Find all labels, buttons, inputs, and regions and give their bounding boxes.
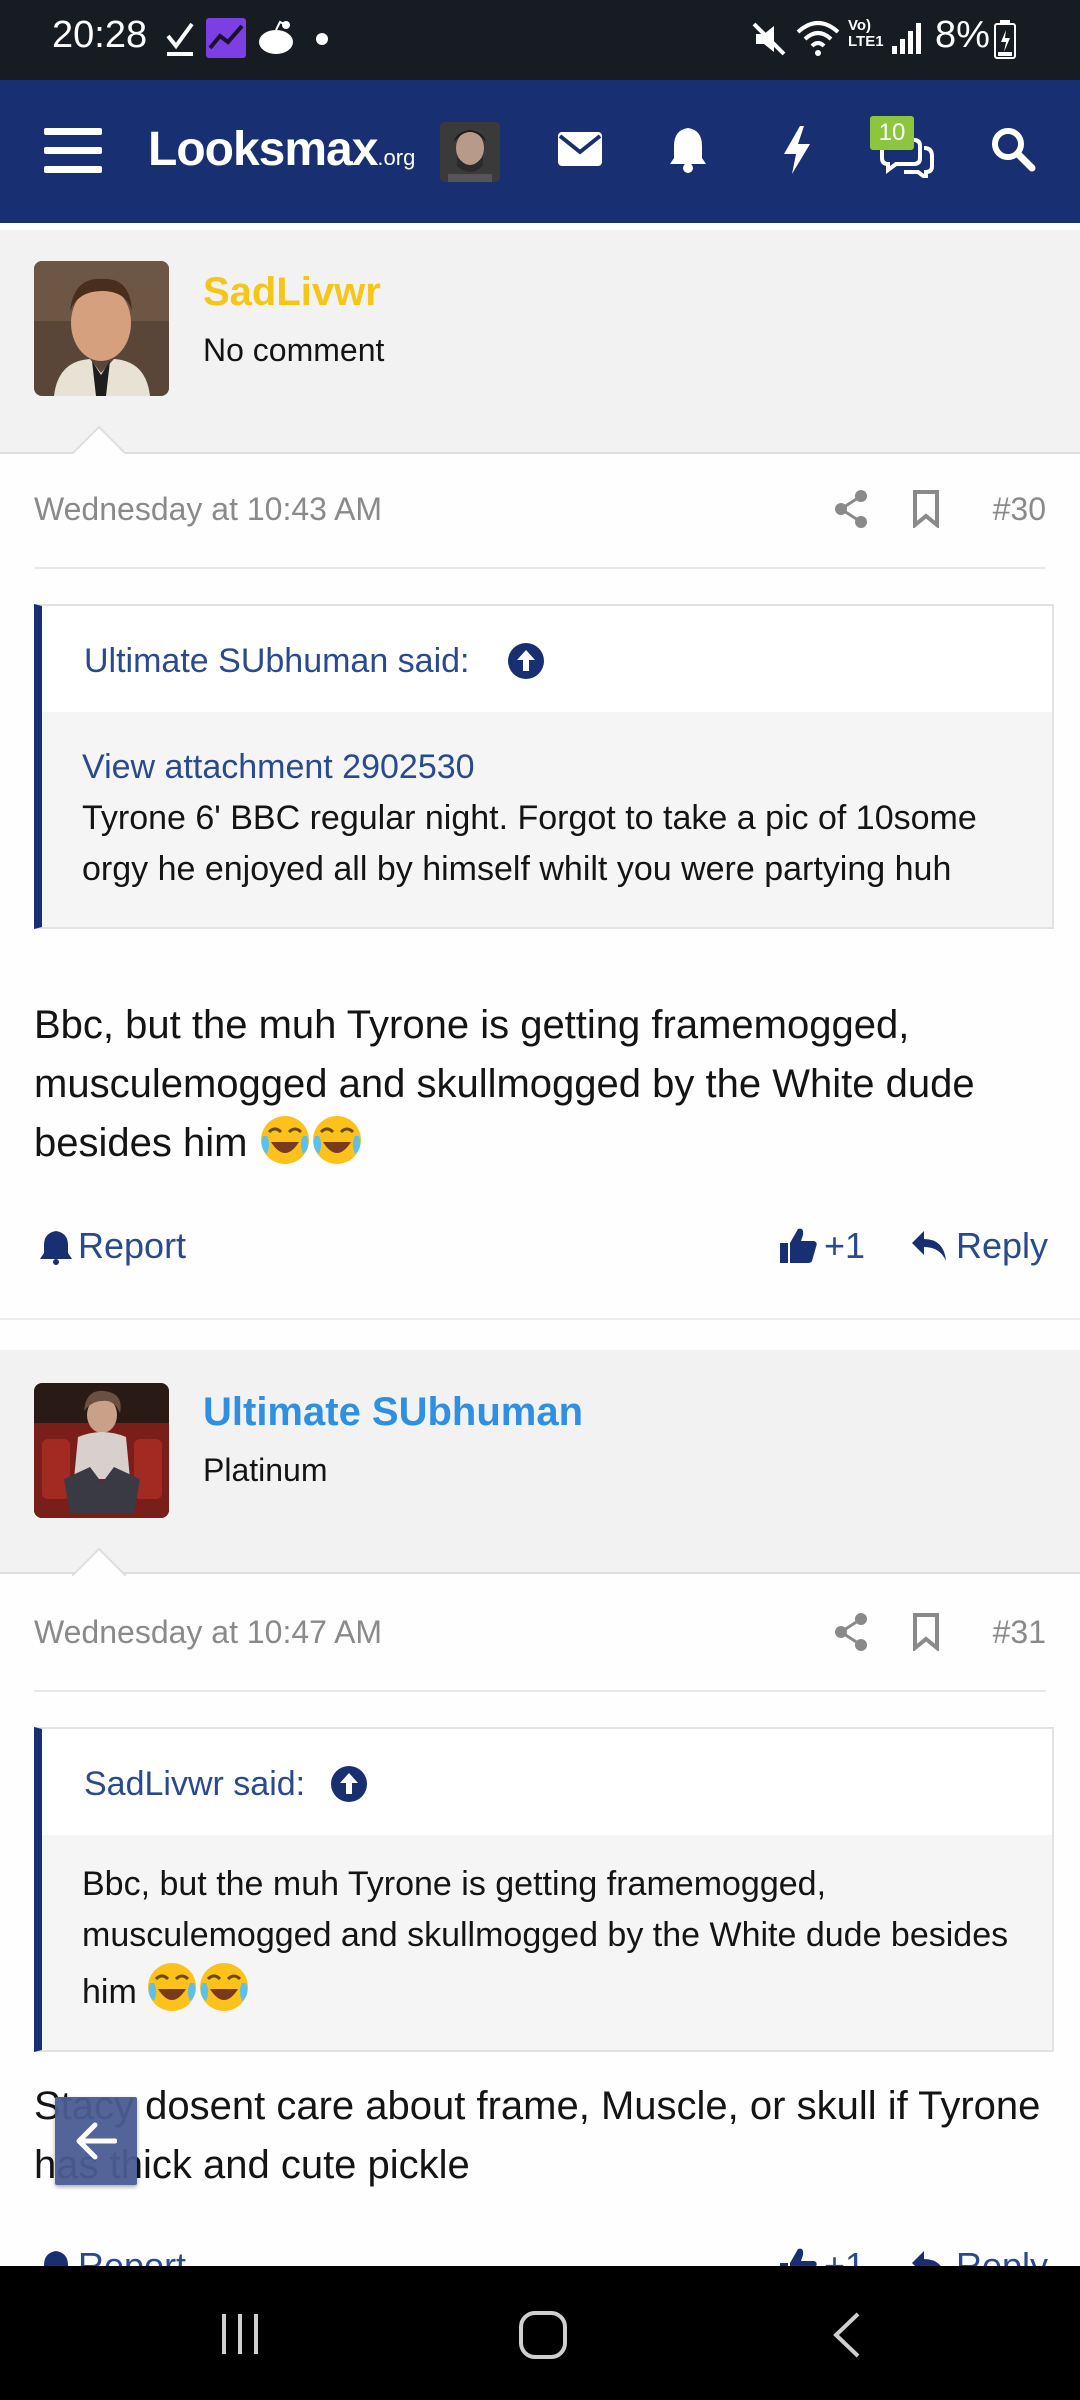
envelope-icon[interactable] (556, 130, 604, 170)
arrow-up-circle-icon[interactable] (330, 1765, 368, 1803)
quote-author[interactable]: Ultimate SUbhuman said: (84, 642, 470, 681)
conversations-badge: 10 (870, 116, 914, 150)
avatar-image-ultimate-subhuman (34, 1383, 169, 1518)
crying-laughing-emoji-icon (260, 1116, 309, 1164)
home-icon[interactable] (518, 2310, 568, 2360)
site-header: Looksmax.org 10 (0, 80, 1080, 223)
chart-app-icon (206, 18, 246, 58)
wifi-icon (796, 21, 840, 56)
avatar[interactable] (34, 261, 169, 396)
user-title: No comment (203, 332, 385, 368)
post-number[interactable]: #31 (993, 1614, 1046, 1651)
attachment-link[interactable]: View attachment 2902530 (82, 742, 1012, 793)
post-separator (0, 1318, 1080, 1320)
status-time: 20:28 (52, 14, 148, 56)
logo-text: Looksmax (148, 123, 378, 176)
thumbs-up-icon (780, 1228, 817, 1263)
post-number[interactable]: #30 (993, 491, 1046, 528)
search-icon[interactable] (990, 126, 1036, 172)
menu-icon[interactable] (44, 126, 102, 176)
report-label: Report (78, 1225, 187, 1266)
back-nav-icon[interactable] (830, 2310, 864, 2360)
reply-button[interactable]: Reply (910, 1225, 1050, 1269)
quote-block: Ultimate SUbhuman said: View attachment … (34, 604, 1054, 929)
like-count: +1 (824, 1225, 866, 1266)
avatar-image-sadlivwr (34, 261, 169, 396)
share-icon[interactable] (834, 490, 868, 528)
post-body-text: Stacy dosent care about frame, Muscle, o… (34, 2084, 1041, 2187)
battery-percent: 8% (935, 14, 990, 56)
bookmark-icon[interactable] (912, 490, 940, 528)
header-pointer (72, 425, 126, 454)
crying-laughing-emoji-icon (200, 1963, 249, 2011)
checkmark-icon (166, 22, 194, 56)
reply-label: Reply (956, 1225, 1049, 1266)
username[interactable]: SadLivwr (203, 270, 381, 315)
back-arrow-icon (76, 2122, 117, 2160)
signal-icon (892, 23, 921, 54)
back-button[interactable] (55, 2097, 137, 2185)
site-logo[interactable]: Looksmax.org (148, 122, 415, 177)
bell-icon[interactable] (668, 124, 708, 174)
dot-icon (316, 33, 328, 45)
post-body: Bbc, but the muh Tyrone is getting frame… (34, 996, 1046, 1173)
quote-text: Tyrone 6' BBC regular night. Forgot to t… (82, 799, 977, 888)
quote-author[interactable]: SadLivwr said: (84, 1765, 305, 1804)
mute-icon (752, 22, 786, 56)
report-bell-icon (40, 1231, 72, 1265)
divider (34, 1690, 1046, 1692)
post-date[interactable]: Wednesday at 10:47 AM (34, 1614, 382, 1651)
post-author-header: SadLivwr No comment (0, 230, 1080, 454)
battery-icon (994, 20, 1016, 59)
arrow-up-circle-icon[interactable] (507, 642, 545, 680)
reddit-icon (259, 20, 293, 54)
user-avatar-icon[interactable] (440, 122, 500, 182)
quote-body: Bbc, but the muh Tyrone is getting frame… (42, 1835, 1052, 2050)
quote-header: SadLivwr said: (42, 1729, 1052, 1835)
post-date[interactable]: Wednesday at 10:43 AM (34, 491, 382, 528)
logo-suffix: .org (377, 145, 416, 170)
volte-label: Vo) LTE1 (848, 17, 884, 50)
reply-icon (912, 1231, 946, 1261)
post-author-header: Ultimate SUbhuman Platinum (0, 1350, 1080, 1574)
header-pointer (72, 1547, 126, 1576)
status-bar: 20:28 Vo) LTE1 8% (0, 0, 1080, 80)
avatar[interactable] (34, 1383, 169, 1518)
bolt-icon[interactable] (780, 124, 814, 176)
crying-laughing-emoji-icon (312, 1116, 361, 1164)
quote-body: View attachment 2902530 Tyrone 6' BBC re… (42, 712, 1052, 927)
quote-block: SadLivwr said: Bbc, but the muh Tyrone i… (34, 1727, 1054, 2052)
post-body-text: Bbc, but the muh Tyrone is getting frame… (34, 1003, 975, 1165)
share-icon[interactable] (834, 1613, 868, 1651)
bookmark-icon[interactable] (912, 1613, 940, 1651)
divider (34, 567, 1046, 569)
crying-laughing-emoji-icon (148, 1963, 197, 2011)
like-button[interactable]: +1 (778, 1225, 878, 1269)
post-body: Stacy dosent care about frame, Muscle, o… (34, 2077, 1046, 2195)
user-title: Platinum (203, 1452, 328, 1488)
recent-apps-icon[interactable] (218, 2312, 264, 2356)
quote-header: Ultimate SUbhuman said: (42, 606, 1052, 712)
system-navigation-bar (0, 2266, 1080, 2400)
username[interactable]: Ultimate SUbhuman (203, 1390, 583, 1435)
